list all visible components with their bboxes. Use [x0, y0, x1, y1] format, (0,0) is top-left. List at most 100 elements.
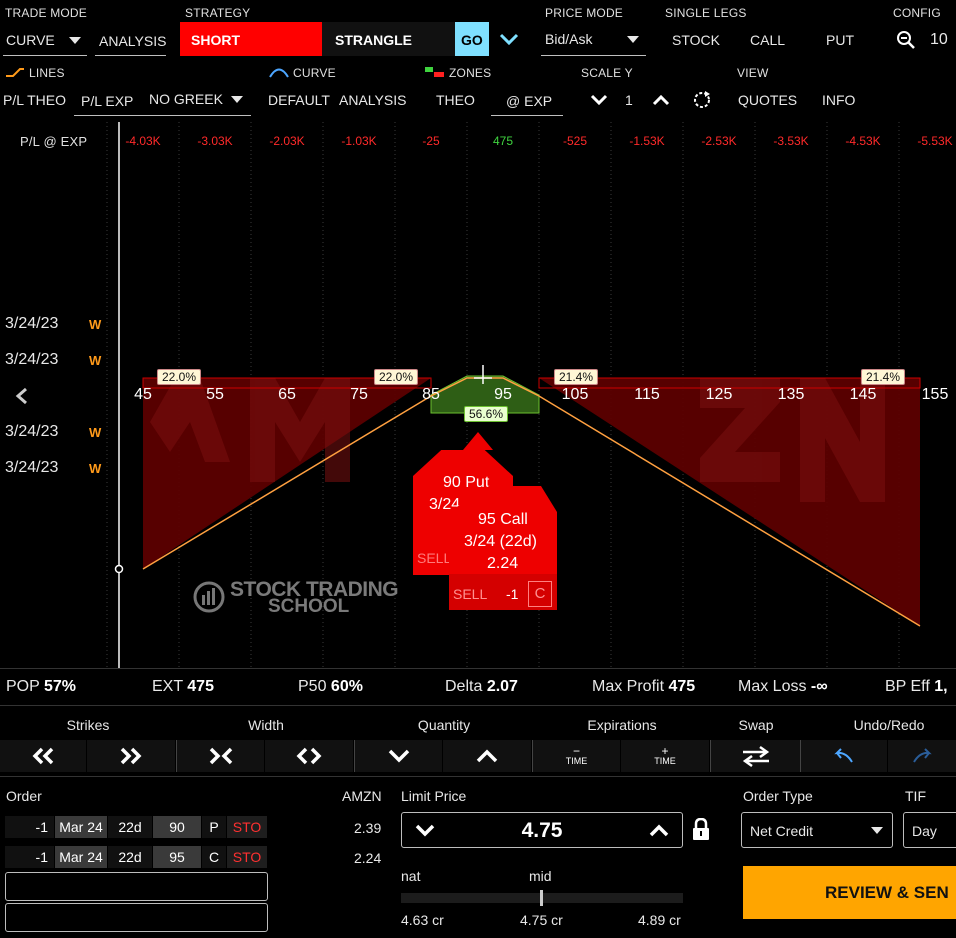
go-label: GO	[461, 32, 483, 48]
width-narrow-button[interactable]	[177, 740, 264, 772]
stock-button[interactable]: STOCK	[672, 32, 720, 48]
leg-expiration[interactable]: Mar 24	[55, 846, 107, 868]
stock-trading-school-logo-icon	[193, 581, 225, 613]
leg-action[interactable]: STO	[227, 816, 267, 838]
empty-leg-slot[interactable]	[5, 872, 268, 901]
trade-mode-select[interactable]: CURVE	[3, 24, 87, 56]
strikes-title: Strikes	[66, 717, 110, 733]
tif-select[interactable]: Day	[903, 812, 956, 848]
profit-probability-badge: 56.6%	[463, 406, 509, 422]
leg-strike[interactable]: 90	[153, 816, 201, 838]
max-loss-stat: Max Loss -∞	[738, 678, 828, 696]
strike-axis: 45 55 65 75 85 95 105 115 125 135 145 15…	[0, 386, 956, 406]
info-button[interactable]: INFO	[822, 92, 855, 108]
zoom-out-icon[interactable]	[896, 30, 916, 50]
limit-price-label: Limit Price	[401, 788, 467, 804]
chevron-down-icon[interactable]	[498, 32, 520, 46]
strike-label: 105	[561, 386, 589, 403]
leg-type[interactable]: P	[202, 816, 226, 838]
pop-value: 57%	[43, 678, 76, 695]
call-button[interactable]: CALL	[750, 32, 785, 48]
p50-label: P50	[298, 678, 327, 695]
undo-button[interactable]	[801, 740, 887, 772]
strike-label: 75	[350, 386, 368, 403]
review-send-button[interactable]: REVIEW & SEN	[743, 866, 956, 919]
call-card-title: 95 Call	[478, 511, 528, 528]
price-mode-select[interactable]: Bid/Ask	[541, 22, 646, 56]
curve-icon	[269, 68, 289, 78]
order-title: Order	[6, 788, 42, 804]
price-slider[interactable]	[401, 890, 683, 906]
expiration-date: 3/24/23	[5, 315, 59, 332]
lock-icon[interactable]	[691, 818, 711, 842]
expiration-plus-button[interactable]: + TIME	[621, 740, 709, 772]
quantity-up-button[interactable]	[443, 740, 531, 772]
analysis-button[interactable]: ANALYSIS	[339, 92, 406, 108]
p50-stat: P50 60%	[298, 678, 363, 696]
pl-exp-tab[interactable]: P/L EXP	[74, 84, 140, 116]
strike-label: 95	[494, 386, 512, 403]
leg-qty[interactable]: -1	[5, 816, 54, 838]
max-profit-label: Max Profit	[592, 678, 665, 695]
double-chevron-right-icon	[120, 747, 142, 765]
expiration-date: 3/24/23	[5, 459, 59, 476]
expand-icon	[296, 747, 322, 765]
swap-button[interactable]	[711, 740, 800, 772]
chevron-down-icon	[627, 36, 639, 43]
limit-price-input[interactable]: 4.75	[401, 812, 683, 848]
pl-theo-button[interactable]: P/L THEO	[3, 92, 66, 108]
trade-mode-label: TRADE MODE	[5, 6, 88, 20]
at-exp-tab[interactable]: @ EXP	[491, 84, 563, 116]
chevron-up-icon[interactable]	[648, 822, 670, 838]
theo-button[interactable]: THEO	[436, 92, 475, 108]
call-leg-card[interactable]: 95 Call 3/24 (22d) 2.24 SELL -1 C	[449, 486, 557, 610]
strikes-right-button[interactable]	[87, 740, 175, 772]
refresh-icon[interactable]	[692, 90, 712, 110]
review-send-label: REVIEW & SEN	[825, 883, 949, 902]
max-profit-stat: Max Profit 475	[592, 678, 695, 696]
greek-select[interactable]: NO GREEK	[140, 84, 251, 116]
slider-handle[interactable]	[540, 890, 543, 906]
probability-badge: 21.4%	[553, 369, 599, 385]
pop-label: POP	[6, 678, 40, 695]
empty-leg-slot[interactable]	[5, 903, 268, 932]
delta-label: Delta	[445, 678, 483, 695]
go-button[interactable]: GO	[455, 22, 489, 56]
strategy-type-button[interactable]: STRANGLE	[322, 22, 455, 56]
chevron-down-icon[interactable]	[589, 94, 609, 106]
leg-action[interactable]: STO	[227, 846, 267, 868]
strikes-left-button[interactable]	[0, 740, 86, 772]
strategy-side-button[interactable]: SHORT	[180, 22, 322, 56]
expiration-minus-button[interactable]: − TIME	[533, 740, 620, 772]
tif-label: TIF	[905, 788, 926, 804]
ext-value: 475	[187, 678, 214, 695]
quotes-button[interactable]: QUOTES	[738, 92, 797, 108]
leg-expiration[interactable]: Mar 24	[55, 816, 107, 838]
leg-strike[interactable]: 95	[153, 846, 201, 868]
order-type-select[interactable]: Net Credit	[741, 812, 893, 848]
ext-stat: EXT 475	[152, 678, 214, 696]
analysis-tab[interactable]: ANALYSIS	[95, 24, 166, 56]
put-button[interactable]: PUT	[826, 32, 854, 48]
quantity-down-button[interactable]	[355, 740, 442, 772]
weekly-tag: W	[89, 353, 102, 368]
put-card-pointer	[463, 432, 493, 450]
pop-stat: POP 57%	[6, 678, 76, 696]
leg-type[interactable]: C	[202, 846, 226, 868]
strike-label: 115	[634, 386, 660, 403]
default-button[interactable]: DEFAULT	[268, 92, 330, 108]
width-title: Width	[248, 717, 284, 733]
limit-price-value[interactable]: 4.75	[402, 819, 682, 843]
strike-label: 125	[705, 386, 733, 403]
leg-qty[interactable]: -1	[5, 846, 54, 868]
chevron-up-icon[interactable]	[651, 94, 671, 106]
redo-button[interactable]	[888, 740, 956, 772]
bp-eff-stat: BP Eff 1,	[885, 678, 948, 696]
call-card-qty: -1	[506, 586, 519, 602]
width-expand-button[interactable]	[265, 740, 353, 772]
mid-label: mid	[529, 868, 552, 884]
call-card-type: C	[528, 581, 552, 607]
order-type-label: Order Type	[743, 788, 813, 804]
delta-value: 2.07	[486, 678, 518, 695]
p50-value: 60%	[330, 678, 363, 695]
